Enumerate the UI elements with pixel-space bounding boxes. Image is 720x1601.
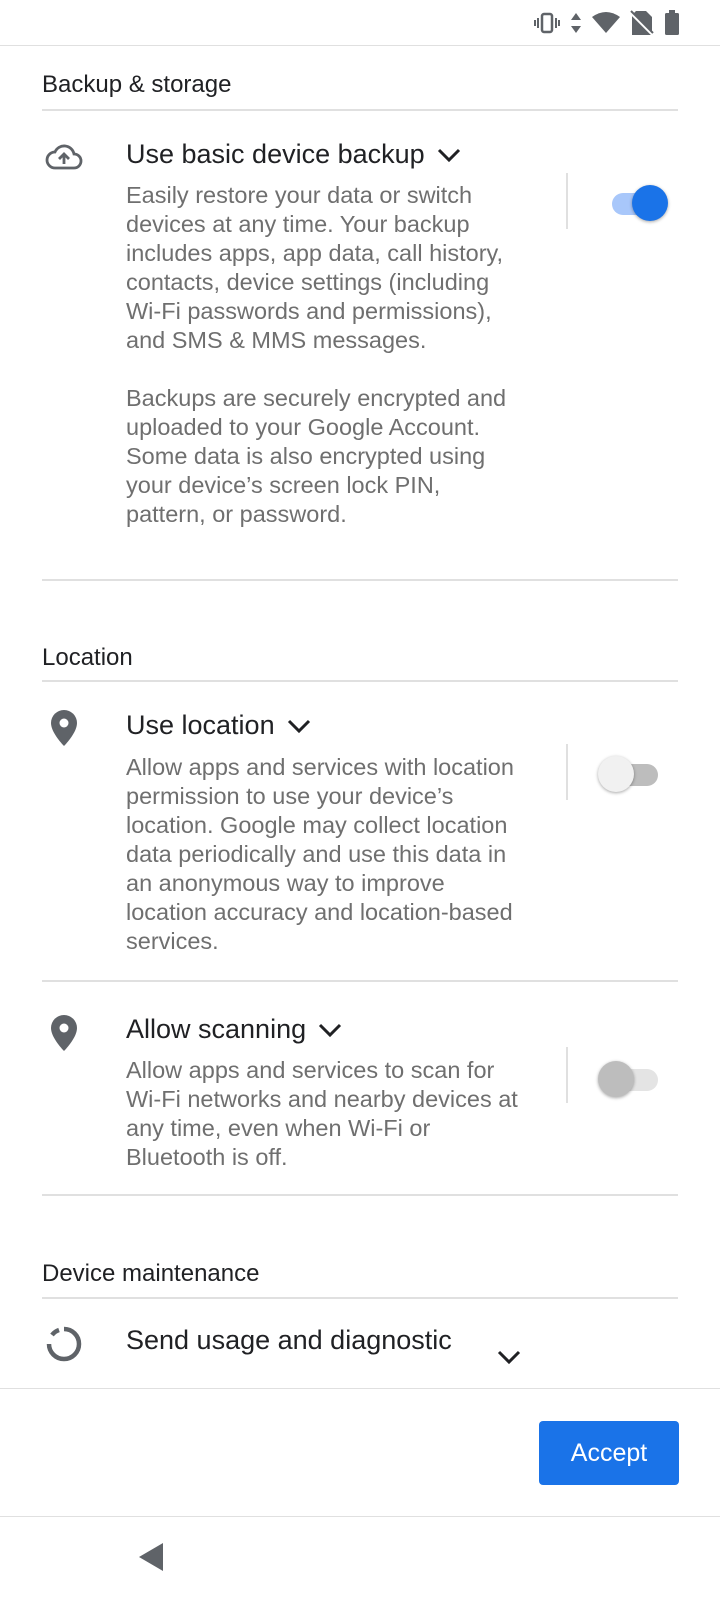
- no-sim-icon: [630, 10, 654, 36]
- allow-scanning-title-button[interactable]: Allow scanning: [126, 1014, 342, 1045]
- chevron-down-icon: [287, 710, 311, 741]
- use-location-toggle[interactable]: [598, 752, 662, 792]
- item-divider: [42, 1194, 678, 1196]
- battery-icon: [664, 10, 680, 36]
- section-divider: [42, 680, 678, 682]
- use-location-title: Use location: [126, 710, 275, 740]
- allow-scanning-toggle[interactable]: [598, 1057, 662, 1097]
- accept-button[interactable]: Accept: [539, 1421, 679, 1485]
- chevron-down-icon: [437, 139, 461, 170]
- backup-title: Use basic device backup: [126, 139, 425, 169]
- toggle-separator: [566, 1047, 568, 1103]
- diagnostics-ring-icon: [44, 1324, 84, 1364]
- section-title-backup: Backup & storage: [42, 71, 232, 98]
- section-title-location: Location: [42, 644, 133, 671]
- section-title-maintenance: Device maintenance: [42, 1260, 260, 1287]
- backup-toggle[interactable]: [604, 181, 668, 221]
- switch-thumb: [598, 1061, 634, 1097]
- use-location-description: Allow apps and services with location pe…: [126, 754, 514, 954]
- chevron-down-icon: [318, 1014, 342, 1045]
- navigation-bar: [0, 1516, 720, 1601]
- section-divider: [42, 109, 678, 111]
- switch-thumb: [632, 185, 668, 221]
- chevron-down-icon[interactable]: [497, 1349, 521, 1370]
- vibrate-icon: [534, 12, 560, 34]
- status-bar: [0, 0, 720, 46]
- diagnostics-title: Send usage and diagnostic: [126, 1325, 452, 1355]
- data-arrows-icon: [570, 11, 582, 35]
- item-divider: [42, 579, 678, 581]
- location-pin-icon: [44, 1013, 84, 1053]
- item-divider: [42, 980, 678, 982]
- back-icon[interactable]: [136, 1541, 166, 1578]
- backup-title-button[interactable]: Use basic device backup: [126, 139, 461, 170]
- toggle-separator: [566, 173, 568, 229]
- cloud-upload-icon: [44, 137, 84, 177]
- switch-thumb: [598, 756, 634, 792]
- section-divider: [42, 1297, 678, 1299]
- toggle-separator: [566, 744, 568, 800]
- allow-scanning-description: Allow apps and services to scan for Wi-F…: [126, 1057, 518, 1170]
- bottom-action-bar: Accept: [0, 1388, 720, 1517]
- diagnostics-title-button[interactable]: Send usage and diagnostic: [126, 1325, 452, 1356]
- wifi-icon: [592, 12, 620, 34]
- use-location-title-button[interactable]: Use location: [126, 710, 311, 741]
- status-icons: [534, 10, 680, 36]
- settings-scroll-area[interactable]: Backup & storage Use basic device backup…: [0, 47, 720, 1388]
- location-pin-icon: [44, 708, 84, 748]
- allow-scanning-title: Allow scanning: [126, 1014, 307, 1044]
- backup-description: Easily restore your data or switch devic…: [126, 182, 507, 527]
